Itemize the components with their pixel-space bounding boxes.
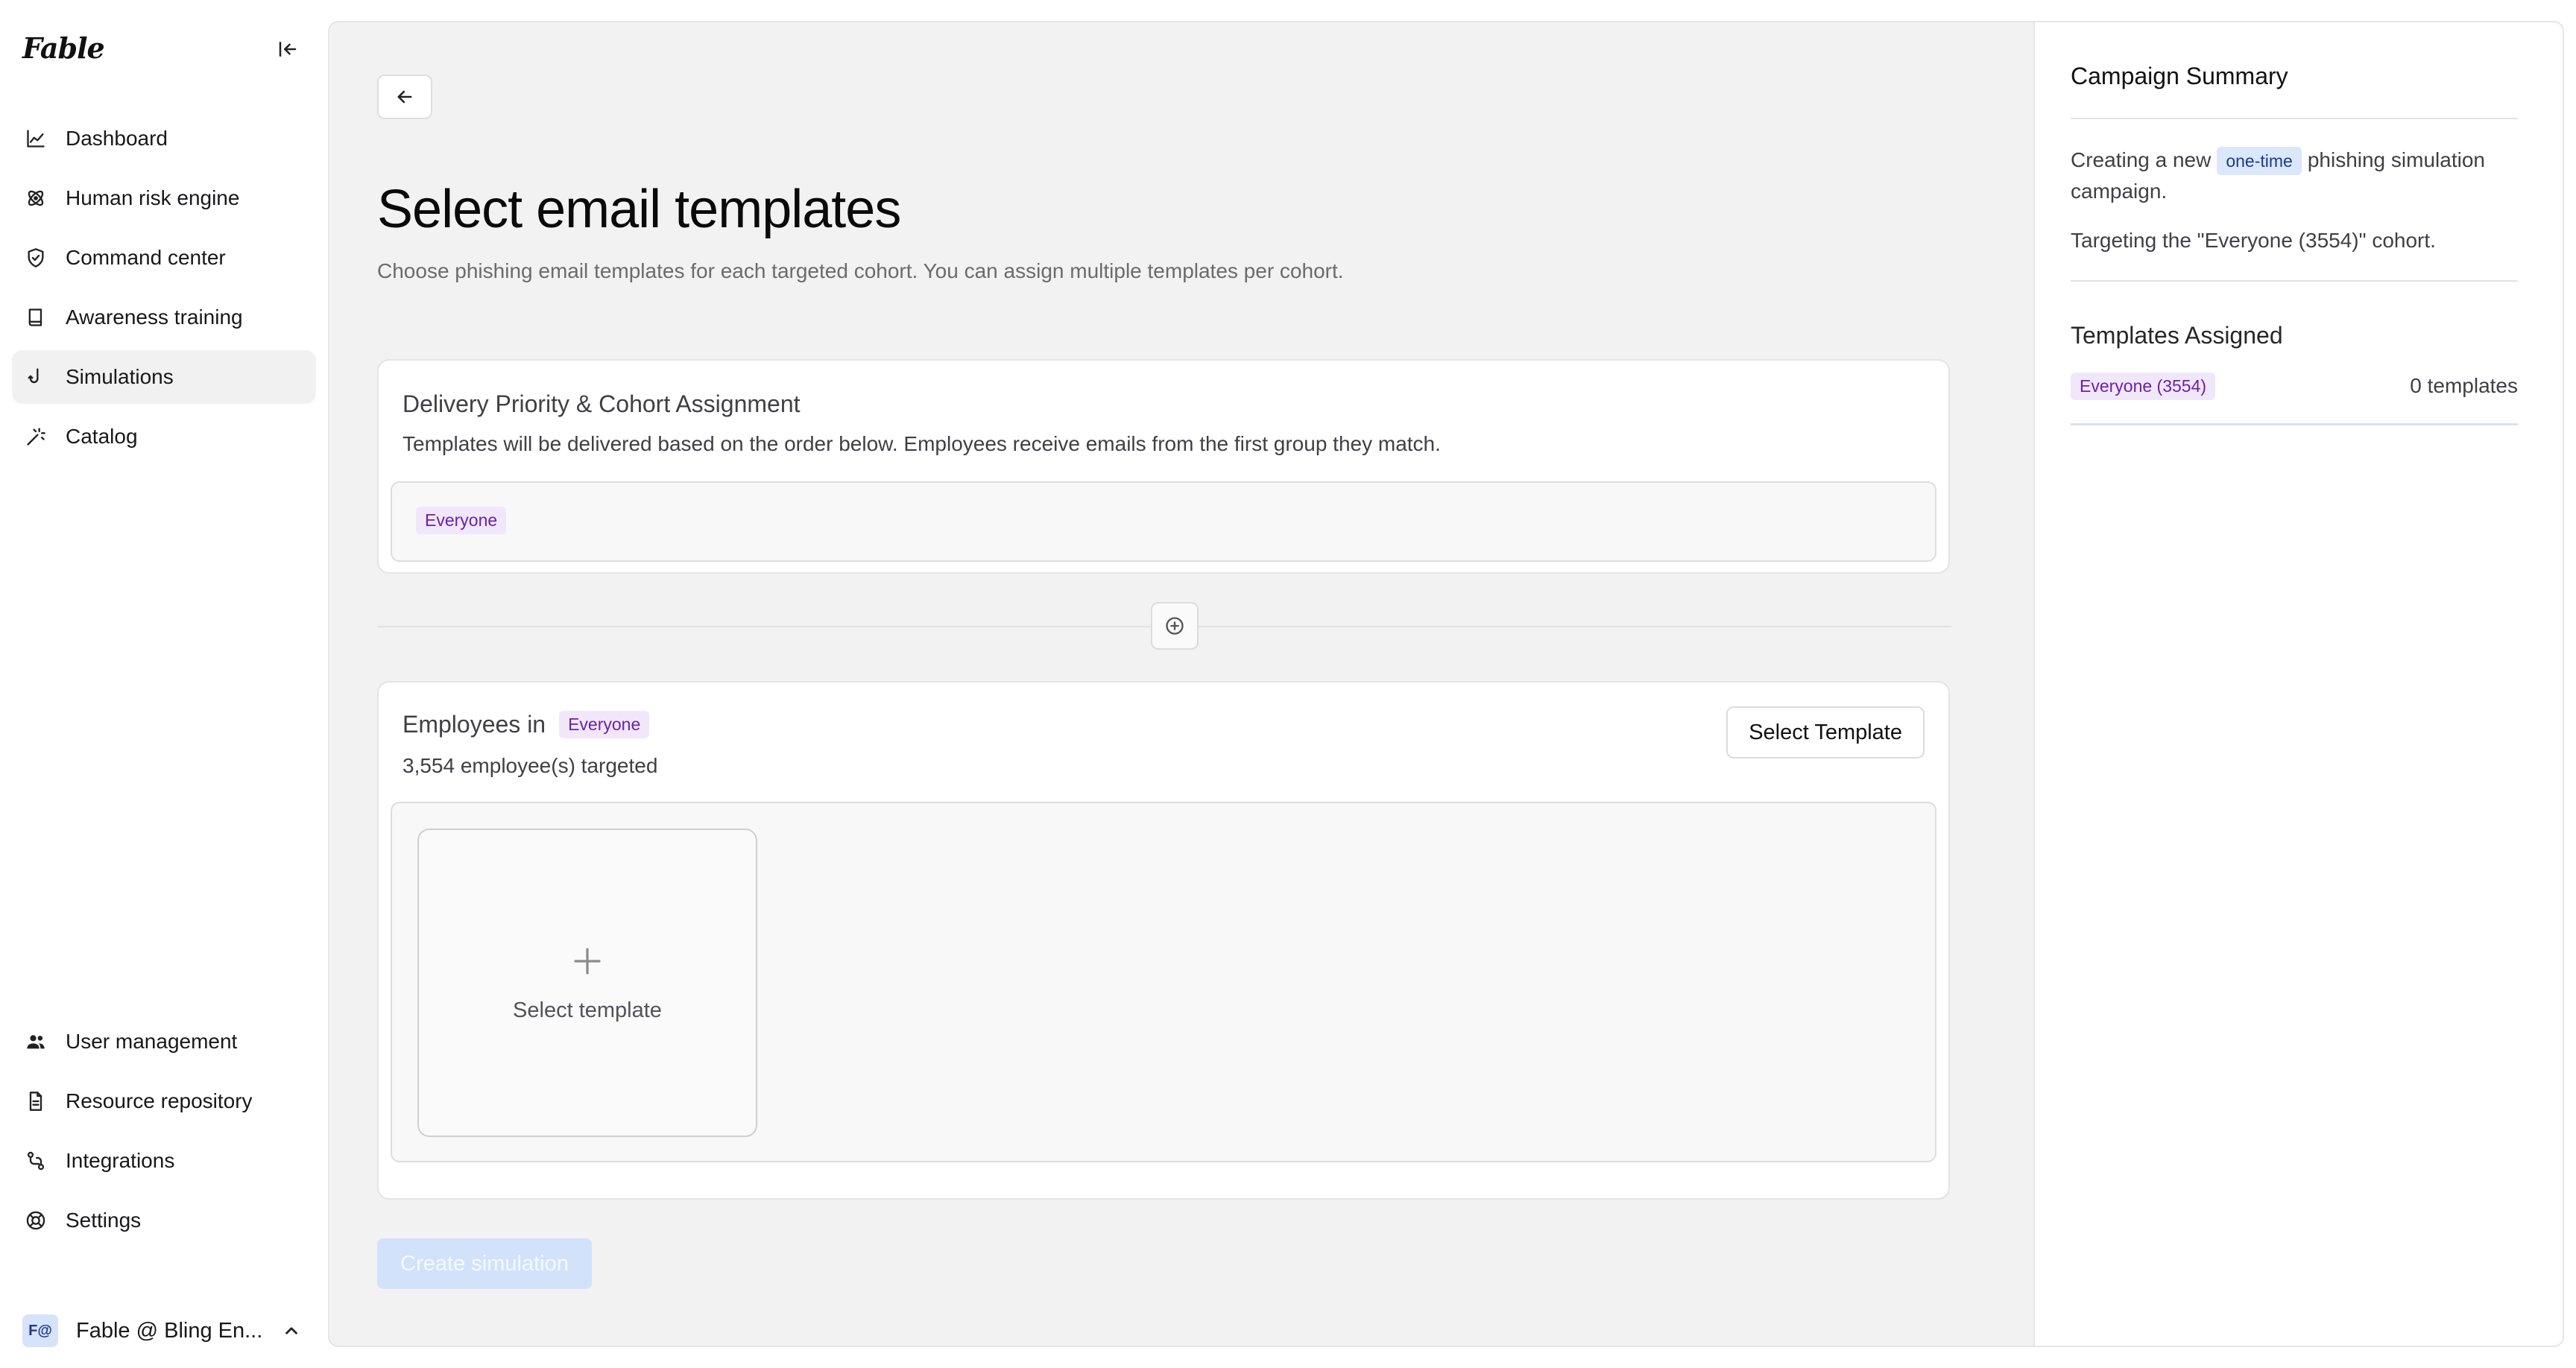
nav-item-dashboard[interactable]: Dashboard	[12, 112, 316, 165]
templates-assigned-row: Everyone (3554) 0 templates	[2071, 370, 2518, 402]
nav-item-label: Awareness training	[66, 305, 243, 329]
atom-icon	[24, 186, 48, 210]
app-logo[interactable]: Fable	[22, 31, 105, 65]
git-branch-icon	[24, 1149, 48, 1173]
templates-assigned-title: Templates Assigned	[2071, 322, 2283, 349]
org-switcher[interactable]: F@ Fable @ Bling En...	[22, 1313, 310, 1349]
org-name: Fable @ Bling En...	[76, 1318, 262, 1343]
magic-wand-icon	[24, 425, 48, 449]
delivery-priority-card: Delivery Priority & Cohort Assignment Te…	[377, 359, 1950, 574]
nav-item-resource-repository[interactable]: Resource repository	[12, 1074, 316, 1128]
cohort-templates-card: Employees in Everyone 3,554 employee(s) …	[377, 681, 1950, 1200]
nav-item-label: Resource repository	[66, 1089, 253, 1112]
create-simulation-button[interactable]: Create simulation	[377, 1238, 592, 1289]
document-icon	[24, 1089, 48, 1113]
nav-item-human-risk-engine[interactable]: Human risk engine	[12, 171, 316, 225]
assigned-cohort-badge: Everyone (3554)	[2071, 372, 2216, 400]
collapse-left-icon	[279, 42, 297, 57]
summary-creating-prefix: Creating a new	[2071, 148, 2212, 171]
collapse-sidebar-button[interactable]	[273, 34, 303, 64]
page-title: Select email templates	[377, 180, 901, 239]
nav-item-label: User management	[66, 1030, 238, 1053]
nav-item-label: Dashboard	[66, 127, 168, 150]
hook-icon	[24, 365, 48, 389]
nav-item-awareness-training[interactable]: Awareness training	[12, 291, 316, 344]
delivery-card-description: Templates will be delivered based on the…	[402, 432, 1441, 455]
employees-in-label: Employees in	[402, 711, 546, 738]
book-icon	[24, 305, 48, 329]
content-area: Select email templates Choose phishing e…	[329, 22, 2033, 1346]
plus-icon	[574, 947, 601, 975]
assigned-template-count: 0 templates	[2410, 374, 2518, 397]
nav-item-settings[interactable]: Settings	[12, 1194, 316, 1247]
add-cohort-button[interactable]	[1151, 602, 1199, 650]
nav-item-simulations[interactable]: Simulations	[12, 350, 316, 404]
shield-check-icon	[24, 246, 48, 270]
nav-item-label: Simulations	[66, 365, 174, 388]
secondary-nav: User management Resource repository Inte…	[12, 1015, 316, 1253]
nav-item-user-management[interactable]: User management	[12, 1015, 316, 1068]
nav-item-label: Integrations	[66, 1149, 175, 1172]
arrow-left-icon	[397, 90, 412, 104]
select-template-tile[interactable]: Select template	[417, 829, 757, 1137]
assigned-progress-line	[2071, 423, 2518, 425]
cohort-badge: Everyone	[559, 711, 650, 738]
nav-item-catalog[interactable]: Catalog	[12, 410, 316, 463]
campaign-summary-panel: Campaign Summary Creating a new one-time p…	[2033, 22, 2563, 1346]
select-template-button[interactable]: Select Template	[1726, 706, 1925, 759]
users-icon	[24, 1030, 48, 1054]
cohort-priority-row[interactable]: Everyone	[391, 481, 1936, 562]
org-avatar: F@	[22, 1314, 58, 1347]
summary-divider	[2071, 118, 2518, 119]
chevron-up-icon	[285, 1327, 297, 1334]
page-subtitle: Choose phishing email templates for each…	[377, 259, 1344, 282]
nav-item-command-center[interactable]: Command center	[12, 231, 316, 285]
main-panel: Select email templates Choose phishing e…	[328, 21, 2564, 1347]
cohort-badge: Everyone	[416, 507, 507, 534]
nav-item-integrations[interactable]: Integrations	[12, 1134, 316, 1188]
back-button[interactable]	[377, 75, 432, 119]
lifebuoy-icon	[24, 1209, 48, 1232]
nav-item-label: Command center	[66, 246, 226, 269]
summary-divider	[2071, 280, 2518, 282]
employee-count: 3,554 employee(s) targeted	[402, 754, 658, 777]
plus-circle-icon	[1166, 617, 1184, 635]
sidebar: Fable Dashboard Human risk engine Comman…	[0, 0, 326, 1368]
summary-campaign-type-text: Creating a new one-time phishing simulatio…	[2071, 145, 2525, 207]
campaign-type-badge: one-time	[2217, 147, 2302, 175]
summary-title: Campaign Summary	[2071, 63, 2288, 89]
chart-line-icon	[24, 127, 48, 151]
nav-item-label: Settings	[66, 1209, 142, 1232]
employees-heading: Employees in Everyone	[402, 711, 650, 738]
nav-item-label: Catalog	[66, 425, 138, 448]
template-area: Select template	[391, 802, 1936, 1162]
delivery-card-title: Delivery Priority & Cohort Assignment	[402, 390, 801, 417]
summary-targeting-text: Targeting the "Everyone (3554)" cohort.	[2071, 229, 2436, 252]
main-nav: Dashboard Human risk engine Command cent…	[12, 112, 316, 469]
select-template-tile-label: Select template	[513, 998, 662, 1022]
nav-item-label: Human risk engine	[66, 186, 240, 209]
